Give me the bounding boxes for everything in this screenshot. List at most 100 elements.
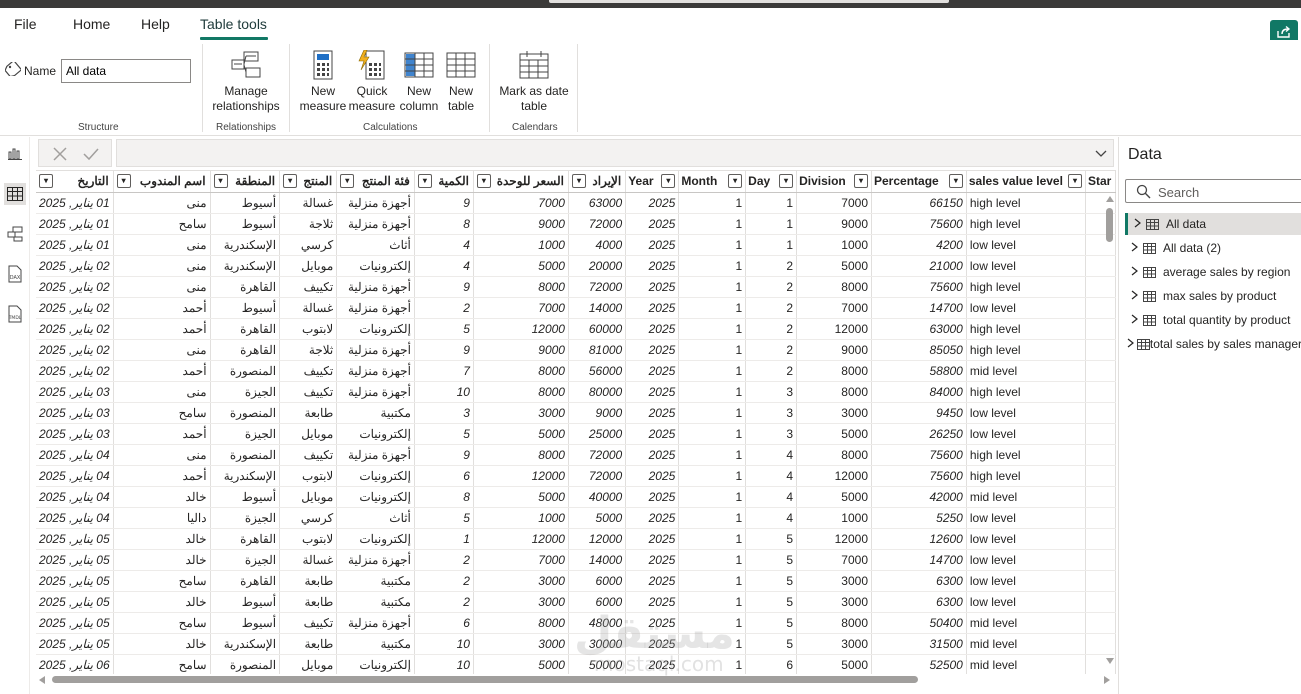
table-cell[interactable]: 2025 <box>625 528 680 550</box>
table-cell[interactable]: 6 <box>414 465 474 487</box>
table-cell[interactable]: القاهرة <box>210 276 281 298</box>
table-cell[interactable]: low level <box>966 570 1086 592</box>
column-filter-icon[interactable]: ▾ <box>1067 174 1082 188</box>
table-row[interactable]: 05 يناير, 2025 خالد الجيزة غسالة أجهزة منزلي… <box>36 549 1116 571</box>
vertical-scrollbar[interactable] <box>1104 192 1116 670</box>
cancel-icon[interactable] <box>53 147 67 161</box>
table-cell[interactable]: إلكترونيات <box>336 528 415 550</box>
tmdl-view-icon[interactable]: TMDL <box>4 303 26 325</box>
dax-query-icon[interactable]: DAX <box>4 263 26 285</box>
table-cell[interactable]: 2 <box>745 297 798 319</box>
tab-file[interactable]: File <box>14 16 37 32</box>
report-view-icon[interactable] <box>4 143 26 165</box>
table-cell[interactable]: 9000 <box>473 213 569 235</box>
table-cell[interactable]: 5 <box>745 528 798 550</box>
table-row[interactable]: 02 يناير, 2025 أحمد أسيوط غسالة أجهزة منزلية… <box>36 297 1116 319</box>
table-cell[interactable]: 63000 <box>871 318 967 340</box>
table-cell[interactable]: 1000 <box>473 234 569 256</box>
table-cell[interactable]: تكييف <box>279 276 338 298</box>
table-cell[interactable]: أثاث <box>336 507 415 529</box>
table-cell[interactable]: 5000 <box>473 255 569 277</box>
table-cell[interactable]: 5 <box>414 318 474 340</box>
column-filter-icon[interactable]: ▾ <box>779 174 794 188</box>
table-row[interactable]: 03 يناير, 2025 أحمد الجيزة موبايل إلكترونيات… <box>36 423 1116 445</box>
table-cell[interactable]: 2 <box>745 339 798 361</box>
table-cell[interactable]: 40000 <box>568 486 627 508</box>
table-cell[interactable]: 5 <box>745 591 798 613</box>
table-cell[interactable]: 03 يناير, 2025 <box>36 381 114 403</box>
table-cell[interactable]: أسيوط <box>210 612 281 634</box>
table-cell[interactable]: أسيوط <box>210 591 281 613</box>
table-cell[interactable]: لابتوب <box>279 318 338 340</box>
data-tree-item[interactable]: All data <box>1125 213 1301 235</box>
column-header[interactable]: Star <box>1085 171 1116 193</box>
table-cell[interactable]: 14700 <box>871 549 967 571</box>
vertical-scroll-thumb[interactable] <box>1106 208 1113 242</box>
table-cell[interactable]: 02 يناير, 2025 <box>36 255 114 277</box>
chevron-right-icon[interactable] <box>1125 242 1143 255</box>
table-cell[interactable]: المنصورة <box>210 654 281 674</box>
table-cell[interactable]: إلكترونيات <box>336 654 415 674</box>
table-cell[interactable]: 4 <box>745 486 798 508</box>
table-cell[interactable]: 7000 <box>796 297 872 319</box>
table-cell[interactable]: تكييف <box>279 612 338 634</box>
scroll-left-icon[interactable] <box>39 676 45 684</box>
table-cell[interactable]: 8000 <box>473 276 569 298</box>
table-cell[interactable]: 3 <box>745 402 798 424</box>
table-cell[interactable]: 9450 <box>871 402 967 424</box>
table-cell[interactable]: القاهرة <box>210 528 281 550</box>
table-cell[interactable]: 04 يناير, 2025 <box>36 507 114 529</box>
formula-input[interactable] <box>116 139 1114 167</box>
table-cell[interactable]: أحمد <box>113 360 211 382</box>
table-cell[interactable]: 5 <box>745 549 798 571</box>
table-cell[interactable]: 2025 <box>625 318 680 340</box>
table-row[interactable]: 02 يناير, 2025 منى القاهرة تكييف أجهزة منزلي… <box>36 276 1116 298</box>
table-cell[interactable]: 1 <box>678 465 747 487</box>
table-cell[interactable]: 4 <box>745 444 798 466</box>
table-cell[interactable]: 81000 <box>568 339 627 361</box>
table-cell[interactable]: 05 يناير, 2025 <box>36 591 114 613</box>
table-cell[interactable]: 2025 <box>625 465 680 487</box>
data-tree-item[interactable]: total sales by sales manager <box>1125 333 1301 355</box>
table-cell[interactable]: أجهزة منزلية <box>336 612 415 634</box>
table-cell[interactable]: 1 <box>678 276 747 298</box>
table-cell[interactable]: 2025 <box>625 213 680 235</box>
table-cell[interactable]: 5000 <box>796 654 872 674</box>
table-cell[interactable]: 2 <box>745 276 798 298</box>
table-cell[interactable]: القاهرة <box>210 318 281 340</box>
table-name-input[interactable] <box>61 59 191 83</box>
table-cell[interactable]: 52500 <box>871 654 967 674</box>
table-cell[interactable]: 12000 <box>568 528 627 550</box>
table-cell[interactable]: 26250 <box>871 423 967 445</box>
table-cell[interactable]: 1 <box>745 192 798 214</box>
table-cell[interactable]: 31500 <box>871 633 967 655</box>
table-cell[interactable]: 2025 <box>625 381 680 403</box>
table-cell[interactable]: 2025 <box>625 423 680 445</box>
table-cell[interactable]: أجهزة منزلية <box>336 381 415 403</box>
table-cell[interactable]: 75600 <box>871 465 967 487</box>
table-cell[interactable]: سامح <box>113 570 211 592</box>
table-cell[interactable]: high level <box>966 276 1086 298</box>
table-cell[interactable]: 1 <box>678 318 747 340</box>
table-cell[interactable]: إلكترونيات <box>336 318 415 340</box>
table-view-icon[interactable] <box>4 183 26 205</box>
scroll-down-icon[interactable] <box>1106 658 1114 664</box>
table-cell[interactable]: 3000 <box>796 570 872 592</box>
table-cell[interactable]: 2 <box>745 255 798 277</box>
table-cell[interactable]: 2025 <box>625 192 680 214</box>
table-cell[interactable]: 2025 <box>625 486 680 508</box>
table-cell[interactable]: 6 <box>745 654 798 674</box>
table-cell[interactable]: أجهزة منزلية <box>336 192 415 214</box>
table-cell[interactable]: 3 <box>745 423 798 445</box>
table-cell[interactable]: high level <box>966 465 1086 487</box>
table-cell[interactable]: low level <box>966 402 1086 424</box>
model-view-icon[interactable] <box>4 223 26 245</box>
data-tree-item[interactable]: average sales by region <box>1125 261 1301 283</box>
table-cell[interactable]: low level <box>966 591 1086 613</box>
table-cell[interactable]: 04 يناير, 2025 <box>36 486 114 508</box>
column-header[interactable]: فئة المنتج ▾ <box>336 171 415 193</box>
column-filter-icon[interactable]: ▾ <box>39 174 53 188</box>
table-cell[interactable]: 03 يناير, 2025 <box>36 402 114 424</box>
table-cell[interactable]: 1 <box>678 192 747 214</box>
table-cell[interactable]: 66150 <box>871 192 967 214</box>
